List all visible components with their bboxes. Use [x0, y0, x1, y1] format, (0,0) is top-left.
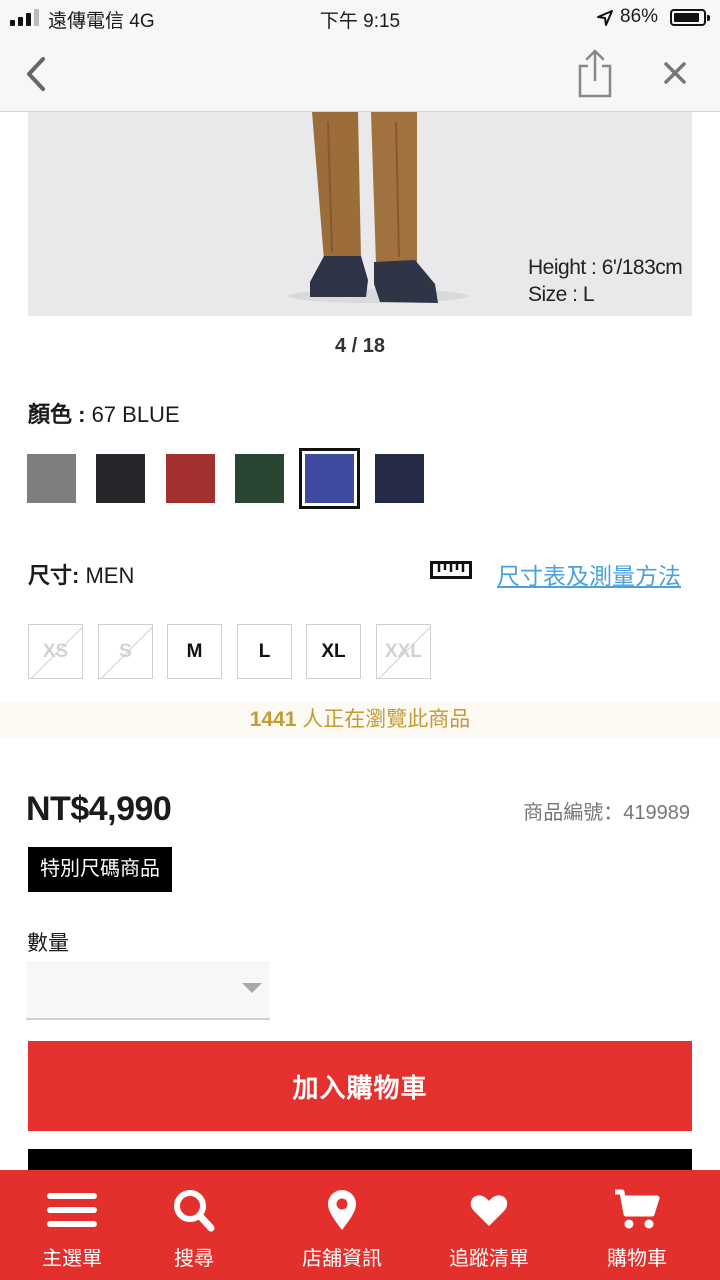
search-icon [174, 1190, 215, 1232]
cart-icon [615, 1189, 660, 1229]
model-size: Size : L [528, 283, 595, 306]
back-chevron-icon[interactable] [18, 54, 58, 94]
size-chart-link[interactable]: 尺寸表及測量方法 [497, 557, 681, 591]
product-number: 商品編號：419989 [523, 802, 690, 824]
tab-wishlist[interactable]: 追蹤清單 [417, 1170, 561, 1280]
size-option-label: M [186, 640, 203, 662]
bottom-tab-bar: 主選單 搜尋 店舖資訊 追蹤清單 購物車 [0, 1170, 720, 1280]
close-icon[interactable] [660, 58, 690, 88]
size-option-m[interactable]: M [167, 624, 222, 679]
size-label-title: 尺寸: [28, 563, 80, 588]
size-option-label: S [119, 640, 132, 662]
battery-percentage: 86% [620, 6, 659, 27]
size-option-label: L [258, 640, 271, 662]
ruler-icon [430, 561, 472, 579]
size-option-xs[interactable]: XS [28, 624, 83, 679]
color-swatch-blue[interactable] [299, 448, 360, 509]
color-label-title: 顏色 : [28, 402, 86, 427]
size-option-xl[interactable]: XL [306, 624, 361, 679]
dropdown-arrow-icon [242, 983, 262, 993]
image-pager: 4 / 18 [334, 335, 386, 357]
location-arrow-icon [597, 10, 613, 26]
color-swatch-black[interactable] [96, 454, 145, 503]
viewers-count: 1441 [249, 708, 297, 731]
viewers-text: 人正在瀏覽此商品 [296, 708, 471, 731]
size-option-s[interactable]: S [98, 624, 153, 679]
menu-icon [47, 1193, 97, 1227]
tab-store-info[interactable]: 店舖資訊 [270, 1170, 414, 1280]
share-icon[interactable] [576, 48, 614, 98]
heart-icon [470, 1195, 508, 1226]
color-value: 67 BLUE [85, 402, 180, 427]
tab-label: 購物車 [607, 1248, 667, 1270]
add-to-cart-button[interactable]: 加入購物車 [28, 1041, 692, 1131]
product-image[interactable]: Height : 6'/183cm Size : L [28, 112, 692, 316]
color-label: 顏色 : 67 BLUE [28, 397, 180, 429]
size-option-label: XS [42, 640, 69, 662]
color-swatch-navy[interactable] [375, 454, 424, 503]
tab-cart[interactable]: 購物車 [565, 1170, 709, 1280]
special-size-badge: 特別尺碼商品 [28, 847, 172, 892]
size-option-label: XXL [385, 640, 422, 662]
color-swatch-green[interactable] [235, 454, 284, 503]
quantity-select[interactable] [26, 961, 270, 1020]
status-bar: 遠傳電信 4G 下午 9:15 86% [0, 0, 720, 36]
size-option-l[interactable]: L [237, 624, 292, 679]
viewers-banner: 1441 人正在瀏覽此商品 [0, 702, 720, 738]
battery-icon [670, 9, 710, 26]
model-height: Height : 6'/183cm [528, 256, 683, 279]
color-swatch-gray[interactable] [27, 454, 76, 503]
navigation-bar [0, 36, 720, 112]
size-option-xxl[interactable]: XXL [376, 624, 431, 679]
size-option-label: XL [321, 640, 346, 662]
size-label: 尺寸: MEN [28, 558, 134, 590]
price: NT$4,990 [26, 790, 172, 828]
tab-label: 店舖資訊 [302, 1248, 382, 1270]
tab-label: 搜尋 [174, 1248, 214, 1270]
model-info: Height : 6'/183cm Size : L [528, 254, 683, 308]
quantity-label: 數量 [27, 932, 69, 955]
color-swatch-red[interactable] [166, 454, 215, 503]
size-value: MEN [79, 563, 135, 588]
location-pin-icon [328, 1190, 356, 1230]
tab-search[interactable]: 搜尋 [122, 1170, 266, 1280]
tab-label: 追蹤清單 [449, 1248, 529, 1270]
